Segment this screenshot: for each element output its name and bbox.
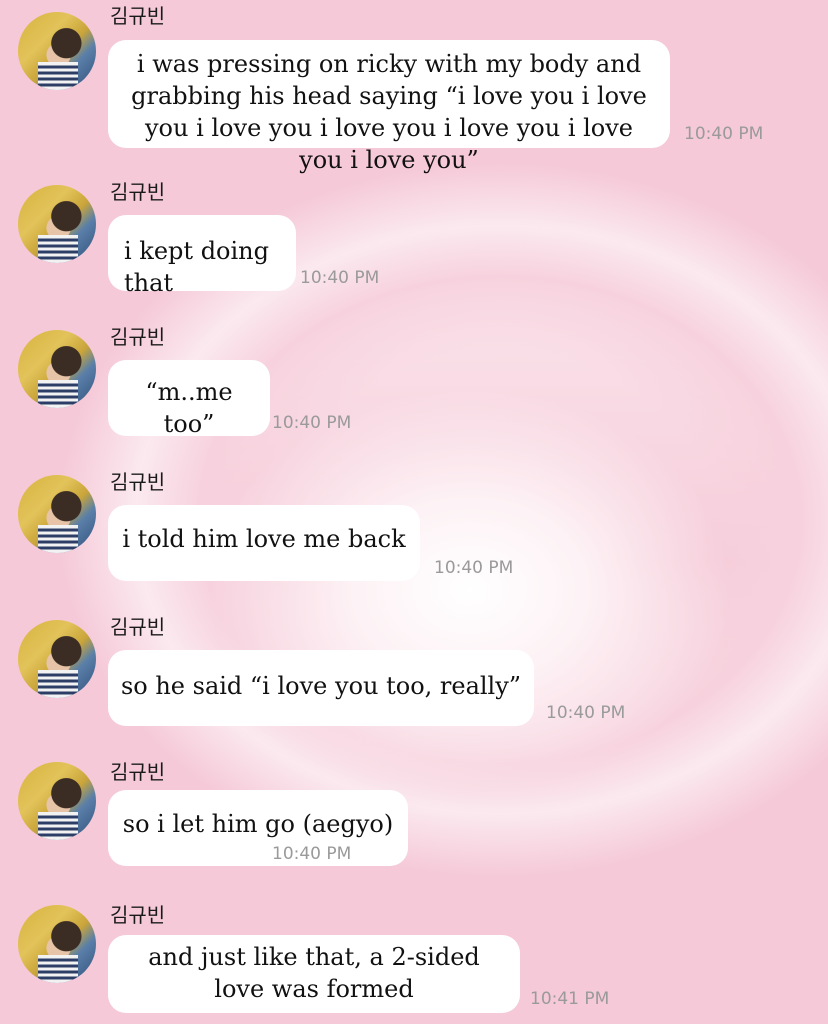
message-timestamp: 10:40 PM [434, 558, 514, 578]
message-timestamp: 10:40 PM [272, 844, 352, 864]
sender-name: 김규빈 [110, 4, 166, 28]
message-bubble[interactable]: i kept doing that [108, 215, 296, 297]
message-bubble[interactable]: i was pressing on ricky with my body and… [108, 40, 670, 174]
sender-name: 김규빈 [110, 760, 166, 784]
avatar[interactable] [18, 475, 96, 553]
sender-name: 김규빈 [110, 903, 166, 927]
message-bubble[interactable]: “m..me too” [108, 360, 270, 438]
sender-name: 김규빈 [110, 470, 166, 494]
message-timestamp: 10:40 PM [684, 124, 764, 144]
avatar[interactable] [18, 762, 96, 840]
message-bubble[interactable]: i told him love me back [108, 505, 420, 581]
message-group: 김규빈 i kept doing that 10:40 PM [0, 170, 828, 300]
message-bubble[interactable]: and just like that, a 2-sided love was f… [108, 935, 520, 1013]
sender-name: 김규빈 [110, 325, 166, 349]
message-group: 김규빈 and just like that, a 2-sided love w… [0, 895, 828, 1024]
message-group: 김규빈 “m..me too” 10:40 PM [0, 315, 828, 445]
message-group: 김규빈 i was pressing on ricky with my body… [0, 0, 828, 174]
avatar[interactable] [18, 620, 96, 698]
message-group: 김규빈 so he said “i love you too, really” … [0, 605, 828, 735]
message-group: 김규빈 so i let him go (aegyo) 10:40 PM [0, 750, 828, 870]
message-timestamp: 10:40 PM [272, 413, 352, 433]
avatar[interactable] [18, 12, 96, 90]
message-timestamp: 10:40 PM [300, 268, 380, 288]
sender-name: 김규빈 [110, 180, 166, 204]
message-timestamp: 10:41 PM [530, 989, 610, 1009]
avatar[interactable] [18, 330, 96, 408]
message-timestamp: 10:40 PM [546, 703, 626, 723]
avatar[interactable] [18, 185, 96, 263]
sender-name: 김규빈 [110, 615, 166, 639]
message-group: 김규빈 i told him love me back 10:40 PM [0, 460, 828, 590]
avatar[interactable] [18, 905, 96, 983]
message-bubble[interactable]: so i let him go (aegyo) [108, 790, 408, 866]
message-bubble[interactable]: so he said “i love you too, really” [108, 650, 534, 726]
